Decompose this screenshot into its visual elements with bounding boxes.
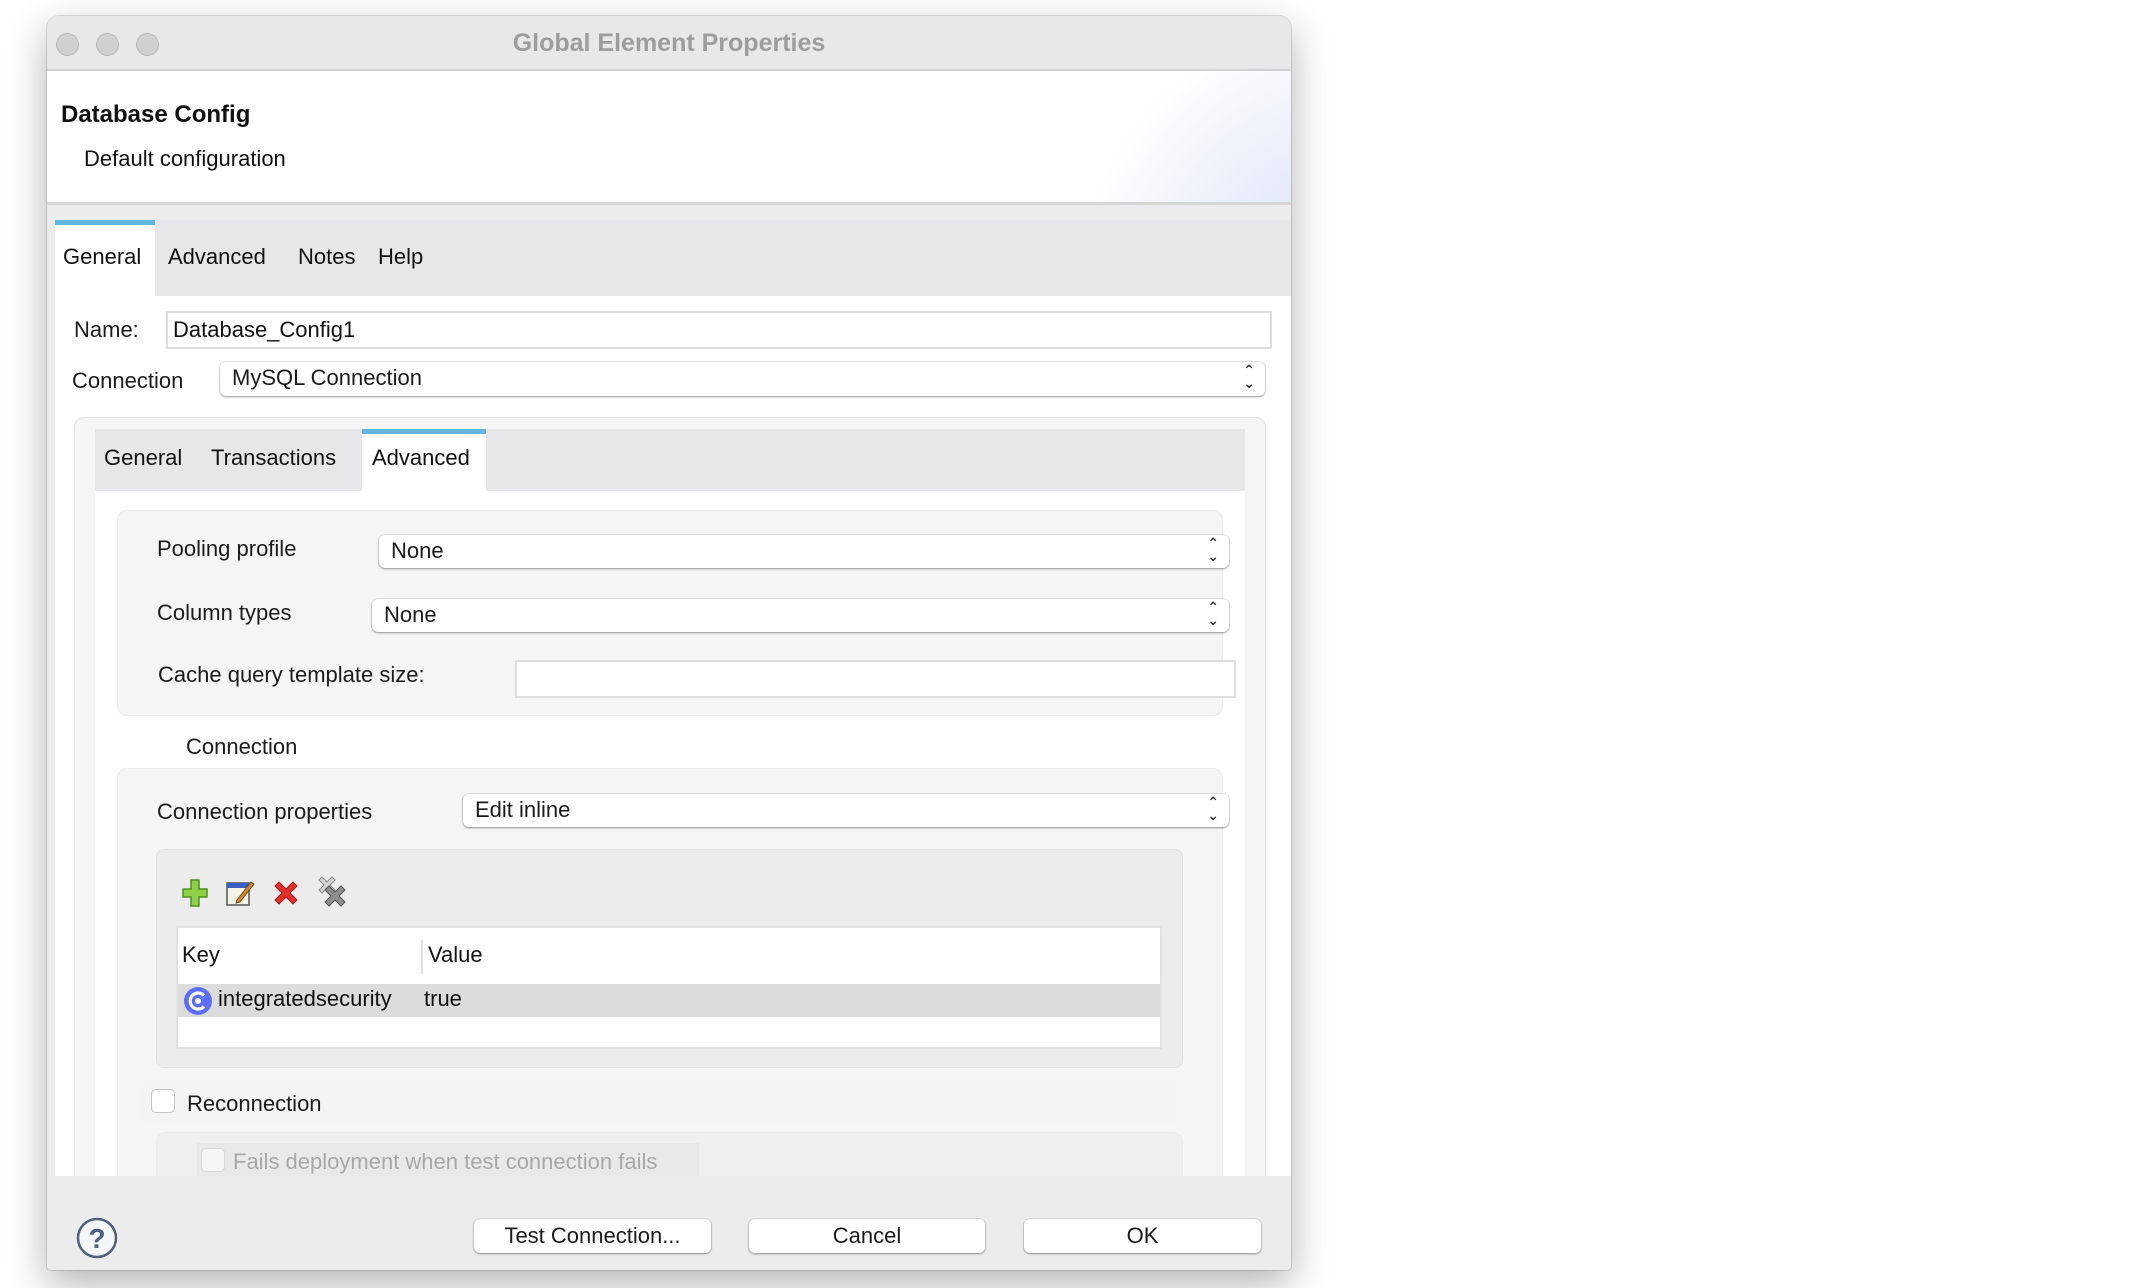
column-resize-handle[interactable] [421,940,423,974]
dialog-button-bar: ? Test Connection... Cancel OK [47,1176,1291,1270]
edit-icon[interactable] [225,878,255,908]
property-icon [184,987,212,1015]
table-row[interactable]: integratedsecurity true [178,984,1160,1017]
help-icon[interactable]: ? [75,1216,119,1260]
inner-tab-transactions[interactable]: Transactions [211,429,336,491]
connection-properties-select[interactable]: Edit inline ⌃ ⌄ [463,794,1229,827]
name-input[interactable]: Database_Config1 [166,311,1272,349]
inner-tab-general[interactable]: General [104,429,182,491]
reconnection-checkbox[interactable] [151,1089,175,1113]
column-separator [1160,940,1162,974]
window-title: Global Element Properties [512,29,826,57]
cache-query-template-size-label: Cache query template size: [158,662,425,687]
connection-properties-value: Edit inline [475,797,571,822]
general-tab-content: Name: Database_Config1 Connection MySQL … [55,296,1291,1176]
tab-help[interactable]: Help [378,220,423,296]
connection-select-value: MySQL Connection [232,365,422,390]
ok-button[interactable]: OK [1024,1219,1261,1253]
column-types-select[interactable]: None ⌃ ⌄ [372,599,1229,632]
advanced-tab-content: Pooling profile None ⌃ ⌄ Column types Non… [95,491,1245,1176]
add-icon[interactable] [181,878,209,908]
connection-properties-label: Connection properties [157,799,373,824]
test-connection-button[interactable]: Test Connection... [474,1219,711,1253]
name-label: Name: [74,317,139,342]
tab-general[interactable]: General [55,220,155,296]
cancel-button[interactable]: Cancel [749,1219,985,1253]
fails-deployment-checkbox[interactable] [201,1148,225,1172]
header-banner-graphic [1031,71,1291,202]
chevron-up-down-icon: ⌃ ⌄ [1207,794,1219,823]
chevron-up-down-icon: ⌃ ⌄ [1243,362,1255,391]
delete-icon[interactable] [271,878,301,908]
column-types-label: Column types [157,600,292,625]
pooling-profile-value: None [391,538,444,563]
connection-section-title: Connection [186,734,298,759]
svg-text:?: ? [88,1223,105,1254]
chevron-up-down-icon: ⌃ ⌄ [1207,599,1219,628]
cache-query-template-size-input[interactable] [515,660,1236,698]
header-title: Database Config [61,101,251,128]
chevron-up-down-icon: ⌃ ⌄ [1207,535,1219,564]
pooling-profile-select[interactable]: None ⌃ ⌄ [379,535,1229,568]
pooling-profile-label: Pooling profile [157,536,297,561]
connection-select[interactable]: MySQL Connection ⌃ ⌄ [220,362,1265,396]
reconnection-label: Reconnection [187,1091,322,1116]
fails-deployment-label: Fails deployment when test connection fa… [233,1149,658,1174]
connection-properties-table: Key Value integratedsecurity true [176,926,1162,1049]
connection-properties-editor: Key Value integratedsecurity true [156,849,1183,1068]
column-header-key[interactable]: Key [182,942,220,968]
column-types-value: None [384,602,437,627]
header-subtitle: Default configuration [84,146,286,171]
column-header-value[interactable]: Value [428,942,483,968]
dialog-header: Database Config Default configuration [47,71,1291,205]
tab-notes[interactable]: Notes [298,220,355,296]
tab-advanced[interactable]: Advanced [168,220,266,296]
global-element-properties-dialog: Global Element Properties Database Confi… [47,16,1291,1270]
delete-all-icon[interactable] [315,874,349,910]
row-key: integratedsecurity [218,986,392,1011]
title-bar: Global Element Properties [47,16,1291,71]
row-value: true [424,986,462,1011]
connection-label: Connection [72,368,184,393]
inner-tab-advanced[interactable]: Advanced [362,429,486,491]
top-tab-bar: General Advanced Notes Help [55,220,1291,296]
inner-tab-bar: General Transactions Advanced [95,429,1245,491]
